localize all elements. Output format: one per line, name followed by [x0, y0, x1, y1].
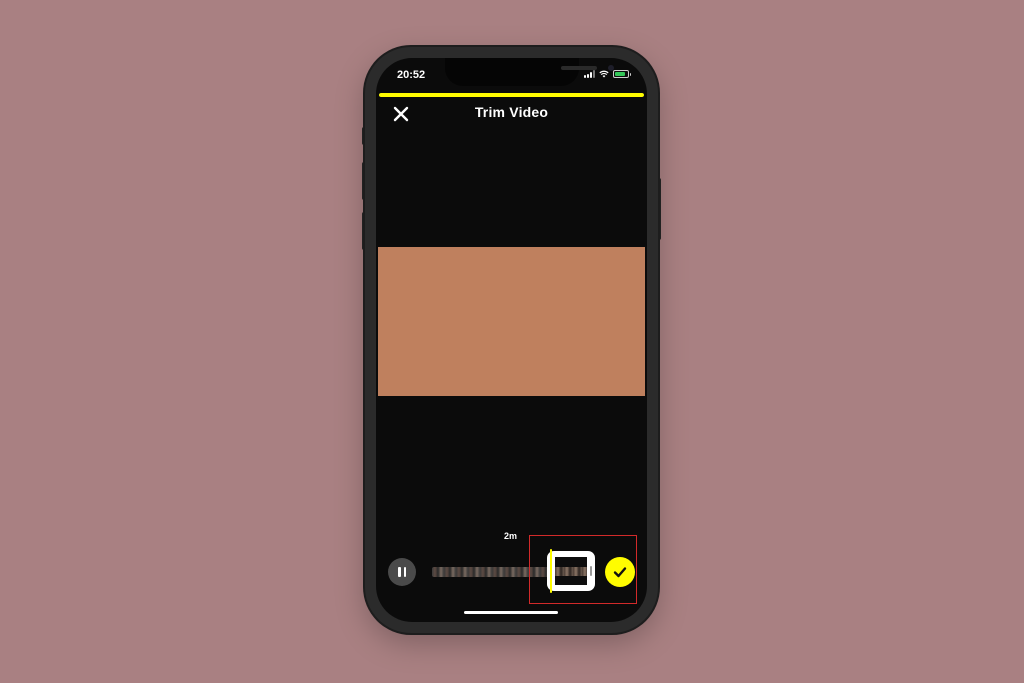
stage: 20:52 Trim Video 2m	[0, 0, 1024, 683]
checkmark-icon	[613, 567, 627, 578]
pause-icon	[398, 567, 401, 577]
video-preview	[378, 247, 645, 396]
trim-end-grip[interactable]	[590, 566, 592, 576]
notch	[444, 58, 614, 86]
done-button[interactable]	[605, 557, 635, 587]
wifi-icon	[599, 70, 609, 78]
battery-charging-icon	[613, 70, 631, 78]
signal-icon	[584, 70, 595, 78]
status-time: 20:52	[397, 69, 426, 81]
status-icons	[584, 70, 631, 78]
playhead[interactable]	[550, 549, 552, 593]
home-indicator[interactable]	[464, 611, 558, 614]
page-title: Trim Video	[474, 104, 549, 120]
trim-selection-window	[555, 557, 587, 585]
pause-button[interactable]	[388, 558, 416, 586]
story-progress-fill	[379, 93, 644, 97]
trim-handle[interactable]	[547, 549, 595, 593]
phone-screen: 20:52 Trim Video 2m	[376, 58, 647, 622]
duration-label: 2m	[504, 531, 518, 541]
story-progress-bar	[379, 93, 644, 97]
